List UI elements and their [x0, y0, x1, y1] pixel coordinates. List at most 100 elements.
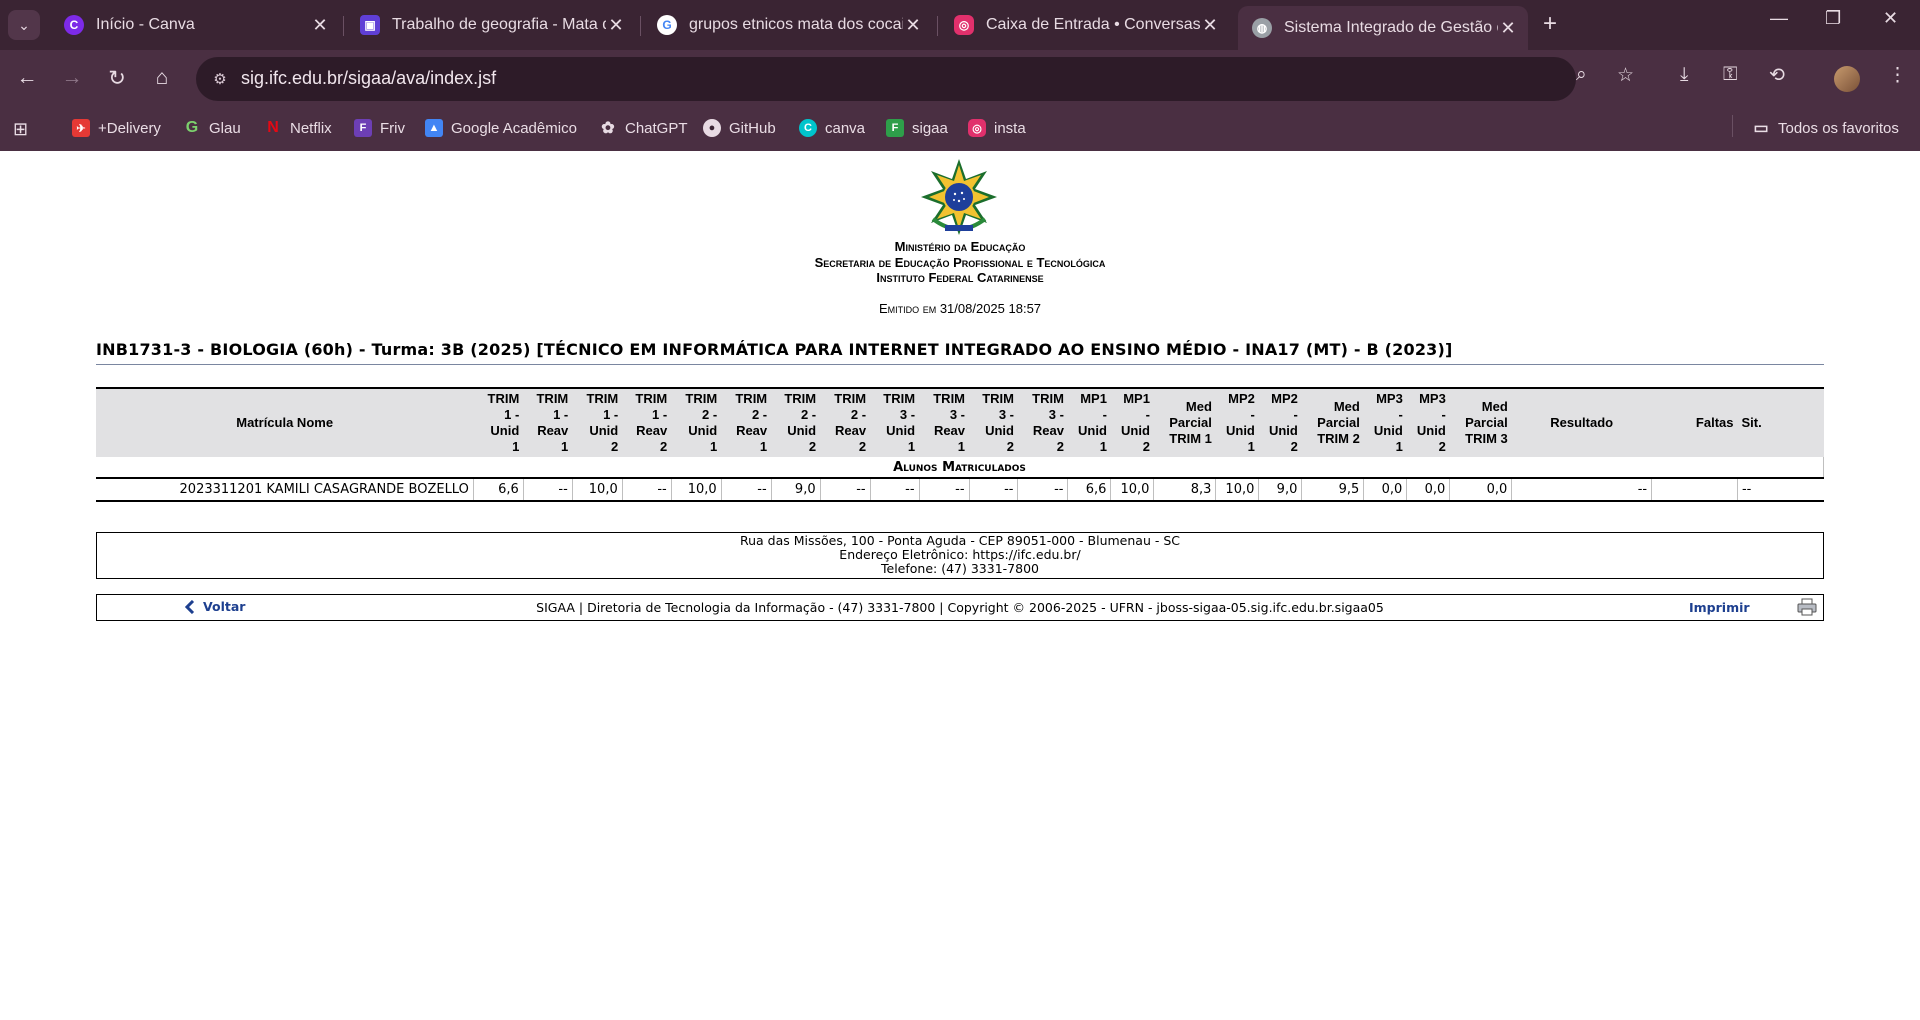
chevron-left-icon: [185, 599, 195, 614]
header-mp3-unid2: MP3- Unid 2: [1406, 388, 1450, 457]
bookmark-label: Netflix: [290, 119, 332, 137]
bookmark-friv[interactable]: F Friv: [354, 119, 405, 137]
page-footer: SIGAA | Diretoria de Tecnologia da Infor…: [96, 594, 1824, 621]
browser-toolbar: ← → ↻ ⌂ ⚙ sig.ifc.edu.br/sigaa/ava/index…: [0, 50, 1920, 108]
arrow-right-icon: →: [61, 66, 83, 89]
home-button[interactable]: ⌂: [147, 63, 177, 93]
tab-search-button[interactable]: ⌄: [8, 10, 40, 40]
back-button[interactable]: ←: [12, 63, 42, 93]
grades-table: Alunos Matriculados Matrícula Nome TRIM 1…: [96, 387, 1824, 502]
header-trim3-reav1: TRIM 3 - Reav 1: [919, 388, 970, 457]
header-mp3-unid1: MP3- Unid 1: [1363, 388, 1407, 457]
bookmark-label: sigaa: [912, 119, 948, 137]
header-mp1-unid2: MP1- Unid 2: [1110, 388, 1154, 457]
bookmark-google-academico[interactable]: ▲ Google Acadêmico: [425, 119, 577, 137]
tab-inicio-canva[interactable]: C Início - Canva ✕: [50, 6, 340, 44]
forward-button[interactable]: →: [57, 63, 87, 93]
instagram-icon: ◎: [954, 15, 974, 35]
grade-cell: --: [969, 478, 1019, 502]
history-icon[interactable]: ⟲: [1769, 64, 1785, 87]
restore-icon[interactable]: ❐: [1825, 8, 1841, 29]
bookmark-label: Google Acadêmico: [451, 119, 577, 137]
new-tab-button[interactable]: +: [1543, 10, 1557, 38]
tab-caixa-entrada[interactable]: ◎ Caixa de Entrada • Conversas ✕: [940, 6, 1230, 44]
header-trim1-reav1: TRIM 1 - Reav 1: [523, 388, 573, 457]
bookmark-label: ChatGPT: [625, 119, 688, 137]
institution-address: Rua das Missões, 100 - Ponta Aguda - CEP…: [96, 532, 1824, 579]
bookmark-github[interactable]: ● GitHub: [703, 119, 776, 137]
bookmark-label: Glau: [209, 119, 241, 137]
grade-cell: 6,6: [1067, 478, 1112, 502]
url-text[interactable]: sig.ifc.edu.br/sigaa/ava/index.jsf: [241, 68, 496, 89]
tab-sigaa[interactable]: ◍ Sistema Integrado de Gestão de ✕: [1238, 6, 1528, 50]
sigaa-icon: F: [886, 119, 904, 137]
page-content: Ministério da Educação Secretaria de Edu…: [0, 151, 1920, 1020]
grade-cell: --: [870, 478, 920, 502]
bookmark-label: insta: [994, 119, 1026, 137]
grade-cell: --: [820, 478, 871, 502]
tab-grupos-etnicos[interactable]: G grupos etnicos mata dos cocais ✕: [643, 6, 933, 44]
reload-button[interactable]: ↻: [102, 63, 132, 93]
close-icon[interactable]: ✕: [606, 15, 626, 36]
canva-icon: C: [799, 119, 817, 137]
table-row: 2023311201 KAMILI CASAGRANDE BOZELLO 6,6…: [96, 478, 1824, 502]
apps-icon[interactable]: ⊞: [13, 119, 28, 140]
student-cell: 2023311201 KAMILI CASAGRANDE BOZELLO: [96, 478, 474, 502]
profile-avatar[interactable]: [1834, 66, 1860, 92]
bookmark-label: +Delivery: [98, 119, 161, 137]
arrow-left-icon: ←: [16, 66, 38, 89]
bookmark-chatgpt[interactable]: ✿ ChatGPT: [599, 119, 688, 138]
header-sit: Sit.: [1737, 388, 1824, 457]
password-key-icon[interactable]: ⚿: [1723, 64, 1737, 86]
close-icon[interactable]: ✕: [1498, 18, 1518, 39]
all-bookmarks-folder[interactable]: ▭ Todos os favoritos: [1752, 119, 1898, 138]
bookmark-netflix[interactable]: N Netflix: [264, 119, 332, 137]
tab-separator: [343, 16, 344, 36]
tab-separator: [640, 16, 641, 36]
header-trim2-reav2: TRIM 2 - Reav 2: [820, 388, 871, 457]
tab-trabalho-geografia[interactable]: ▣ Trabalho de geografia - Mata d ✕: [346, 6, 636, 44]
grade-cell: --: [721, 478, 772, 502]
tab-title: Trabalho de geografia - Mata d: [392, 16, 606, 33]
faltas-cell: [1651, 478, 1738, 502]
minimize-icon[interactable]: —: [1770, 8, 1788, 29]
zoom-icon[interactable]: ⌕: [1576, 64, 1587, 86]
close-icon[interactable]: ✕: [903, 15, 923, 36]
header-trim3-reav2: TRIM 3 - Reav 2: [1017, 388, 1068, 457]
resultado-cell: --: [1511, 478, 1653, 502]
netflix-icon: N: [267, 119, 279, 136]
bookmark-glau[interactable]: G Glau: [183, 119, 241, 137]
printer-icon[interactable]: [1797, 598, 1817, 616]
grade-cell: 6,6: [473, 478, 524, 502]
close-icon[interactable]: ✕: [1200, 15, 1220, 36]
header-med-parcial-trim3: Med Parcial TRIM 3: [1449, 388, 1512, 457]
grade-cell: 9,0: [1258, 478, 1303, 502]
grade-cell: --: [1017, 478, 1069, 502]
imprimir-link[interactable]: Imprimir: [1689, 600, 1750, 615]
voltar-label: Voltar: [203, 599, 246, 614]
menu-icon[interactable]: ⋮: [1888, 64, 1907, 87]
bookmark-star-icon[interactable]: ☆: [1617, 64, 1634, 87]
grade-cell: 0,0: [1406, 478, 1451, 502]
grade-cell: 10,0: [572, 478, 623, 502]
bookmark-sigaa[interactable]: Fsigaa: [886, 119, 948, 137]
divider: [96, 364, 1824, 365]
site-info-icon[interactable]: ⚙: [208, 67, 232, 91]
grade-cell: 10,0: [1215, 478, 1260, 502]
bookmark-delivery[interactable]: ✈ +Delivery: [72, 119, 161, 137]
grade-cell: 9,5: [1301, 478, 1365, 502]
download-icon[interactable]: ⤓: [1680, 64, 1688, 86]
footer-copyright: SIGAA | Diretoria de Tecnologia da Infor…: [536, 600, 1384, 615]
voltar-link[interactable]: Voltar: [185, 599, 245, 614]
grade-cell: 10,0: [671, 478, 722, 502]
bookmark-insta[interactable]: ◎ insta: [968, 119, 1026, 137]
address-bar[interactable]: ⚙ sig.ifc.edu.br/sigaa/ava/index.jsf: [196, 57, 1576, 101]
canva-icon: C: [64, 15, 84, 35]
header-med-parcial-trim1: Med Parcial TRIM 1: [1153, 388, 1216, 457]
header-trim3-unid2: TRIM 3 - Unid 2: [969, 388, 1018, 457]
bookmark-label: GitHub: [729, 119, 776, 137]
close-icon[interactable]: ✕: [310, 15, 330, 36]
table-caption: Alunos Matriculados: [96, 457, 1824, 479]
bookmark-canva[interactable]: Ccanva: [799, 119, 865, 137]
window-close-icon[interactable]: ✕: [1883, 8, 1898, 29]
